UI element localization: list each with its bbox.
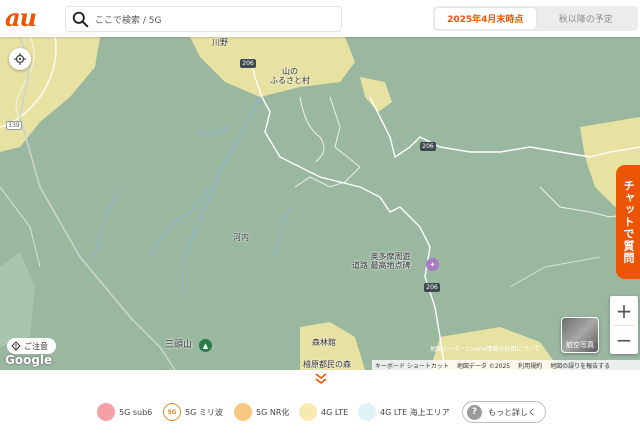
map-data-copyright: 地図データ ©2025: [456, 362, 511, 370]
road-badge-206-east: 206: [420, 142, 436, 151]
legend-item-5g-nr: 5G NR化: [234, 403, 289, 421]
place-label-furusato: 山の ふるさと村: [270, 67, 310, 85]
place-label-hinohara: 檜原都民の森: [303, 360, 351, 369]
locate-button[interactable]: [9, 48, 31, 70]
search-box[interactable]: ここで検索 / 5G: [65, 6, 342, 32]
road-badge-139: 139: [6, 121, 22, 130]
terms-link[interactable]: 利用規約: [518, 361, 542, 370]
legend-label: 4G LTE 海上エリア: [380, 407, 450, 417]
aerial-label: 航空写真: [566, 341, 594, 349]
place-label-kawano: 川野: [212, 38, 228, 47]
legend-swatch-5g-mmwave: 5G: [163, 403, 181, 421]
place-label-mitoyama: 三頭山: [165, 340, 193, 350]
legend-label: 5G NR化: [256, 407, 290, 417]
coverage-legend: 5G sub6 5G 5G ミリ波 5G NR化 4G LTE 4G LTE 海…: [0, 398, 640, 428]
zoom-in-button[interactable]: +: [610, 296, 638, 325]
legend-item-4g-lte-sea: 4G LTE 海上エリア: [358, 403, 450, 421]
place-label-kawachi: 河内: [233, 233, 249, 242]
au-logo[interactable]: au: [5, 3, 37, 32]
map-canvas: [0, 37, 640, 370]
search-input[interactable]: ここで検索 / 5G: [95, 13, 161, 26]
place-label-okutama-monument: 奥多摩周遊 道路 最高地点碑: [352, 252, 411, 270]
more-details-label: もっと詳しく: [488, 407, 536, 417]
legend-item-4g-lte: 4G LTE: [299, 403, 348, 421]
map-attribution: キーボード ショートカット 地図データ ©2025 利用規約 地図の誤りを報告す…: [372, 360, 640, 370]
road-badge-206-north: 206: [240, 59, 256, 68]
map-data-cookie-notice[interactable]: 地図データ・Cookie情報の利用について: [430, 344, 540, 353]
report-error-link[interactable]: 地図の誤りを報告する: [550, 361, 610, 370]
google-logo: Google: [5, 353, 53, 367]
place-label-shinrinkan: 森林館: [312, 338, 336, 347]
road-badge-206-south: 206: [424, 283, 440, 292]
period-tabs: 2025年4月末時点 秋以降の予定: [433, 6, 638, 31]
zoom-divider: [614, 325, 634, 326]
legend-item-5g-sub6: 5G sub6: [97, 403, 152, 421]
legend-label: 5G sub6: [119, 407, 153, 417]
search-icon: [72, 11, 89, 27]
coverage-map[interactable]: 川野 山の ふるさと村 河内 奥多摩周遊 道路 最高地点碑 ✦ 三頭山 ▲ 森林…: [0, 37, 640, 370]
header: au ここで検索 / 5G 2025年4月末時点 秋以降の予定: [0, 0, 640, 37]
legend-swatch-5g-nr: [234, 403, 252, 421]
keyboard-shortcuts-link[interactable]: キーボード ショートカット: [375, 361, 449, 370]
more-details-button[interactable]: ? もっと詳しく: [462, 401, 546, 423]
chat-question-button[interactable]: チャットで質問: [616, 165, 640, 279]
legend-item-5g-mmwave: 5G 5G ミリ波: [163, 403, 223, 421]
legend-label: 5G ミリ波: [185, 407, 223, 417]
notice-label: ご注意: [24, 341, 48, 351]
crosshair-icon: [14, 53, 26, 65]
legend-label: 4G LTE: [321, 407, 349, 417]
question-icon: ?: [467, 404, 482, 420]
warning-icon: [11, 341, 21, 351]
double-chevron-down-icon[interactable]: [313, 372, 329, 386]
legend-swatch-4g-lte: [299, 403, 317, 421]
aerial-photo-toggle[interactable]: 航空写真: [561, 317, 599, 353]
tab-future[interactable]: 秋以降の予定: [536, 8, 637, 29]
mountain-pin-icon[interactable]: ▲: [199, 339, 212, 352]
zoom-out-button[interactable]: −: [610, 325, 638, 354]
zoom-control: + −: [610, 296, 638, 354]
monument-pin-icon[interactable]: ✦: [426, 258, 439, 271]
app-root: au ここで検索 / 5G 2025年4月末時点 秋以降の予定 川野 山の ふる…: [0, 0, 640, 433]
legend-swatch-5g-sub6: [97, 403, 115, 421]
legend-swatch-4g-lte-sea: [358, 403, 376, 421]
notice-button[interactable]: ご注意: [7, 338, 56, 354]
tab-current[interactable]: 2025年4月末時点: [435, 8, 536, 29]
